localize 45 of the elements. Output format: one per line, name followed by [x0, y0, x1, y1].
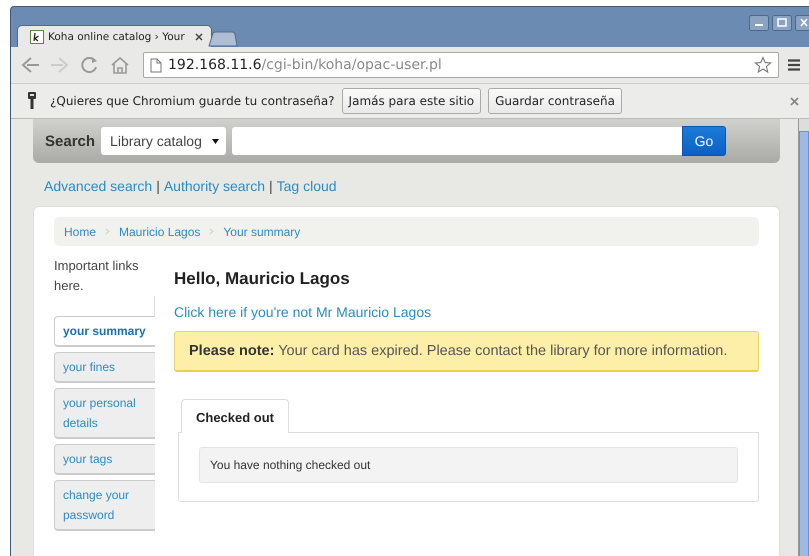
sidebar-item[interactable]: your fines [54, 352, 155, 383]
go-button[interactable]: Go [682, 126, 726, 156]
breadcrumb-link[interactable]: Your summary [223, 224, 300, 238]
breadcrumb-link[interactable]: Mauricio Lagos [119, 224, 200, 238]
new-tab-button[interactable] [208, 31, 238, 47]
link-separator: | [269, 178, 273, 196]
minimize-icon[interactable] [749, 15, 769, 31]
star-icon[interactable] [754, 56, 772, 74]
search-link[interactable]: Advanced search [44, 178, 152, 196]
home-icon[interactable] [109, 55, 131, 75]
checked-out-tab[interactable]: Checked out [181, 399, 290, 433]
breadcrumb-link[interactable]: Home [64, 224, 96, 238]
menu-icon[interactable] [787, 58, 801, 72]
save-password-message: ¿Quieres que Chromium guarde tu contraseña? [50, 94, 335, 108]
maximize-icon[interactable] [772, 15, 792, 31]
scrollbar[interactable] [798, 119, 809, 556]
search-field[interactable] [232, 127, 682, 155]
search-label: Search [45, 132, 96, 150]
sidebar-item[interactable]: change your password [54, 480, 155, 531]
page-icon [150, 58, 162, 72]
key-icon [27, 91, 37, 111]
link-separator: | [156, 178, 160, 196]
back-icon[interactable] [19, 55, 41, 75]
sidebar-intro: Important links here. [54, 257, 140, 295]
empty-message: You have nothing checked out [199, 447, 738, 483]
sidebar-item[interactable]: your tags [54, 444, 155, 475]
browser-tab[interactable]: Koha online catalog › Your [17, 25, 212, 47]
close-tab-icon[interactable] [194, 32, 203, 40]
search-link[interactable]: Tag cloud [276, 178, 337, 196]
close-icon[interactable] [795, 15, 809, 31]
infobar-button[interactable]: Jamás para este sitio [342, 88, 482, 114]
infobar-button[interactable]: Guardar contraseña [488, 88, 622, 114]
search-scope-select[interactable]: Library catalog [101, 127, 226, 155]
sidebar-item[interactable]: your personal details [54, 388, 155, 439]
expired-card-alert: Please note: Your card has expired. Please contact the library for more information. [174, 331, 759, 372]
address-bar[interactable]: 192.168.11.6/cgi-bin/koha/opac-user.pl [143, 52, 779, 78]
search-link[interactable]: Authority search [164, 178, 265, 196]
chevron-icon [209, 228, 214, 235]
sidebar-item[interactable]: your summary [54, 316, 155, 347]
close-icon[interactable] [790, 96, 799, 106]
dropdown-caret-icon [212, 138, 219, 144]
chevron-icon [105, 228, 110, 235]
k-favicon-icon [30, 30, 44, 44]
greeting-heading: Hello, Mauricio Lagos [174, 269, 351, 289]
not-me-link[interactable]: Click here if you're not Mr Mauricio Lagos [174, 304, 759, 320]
